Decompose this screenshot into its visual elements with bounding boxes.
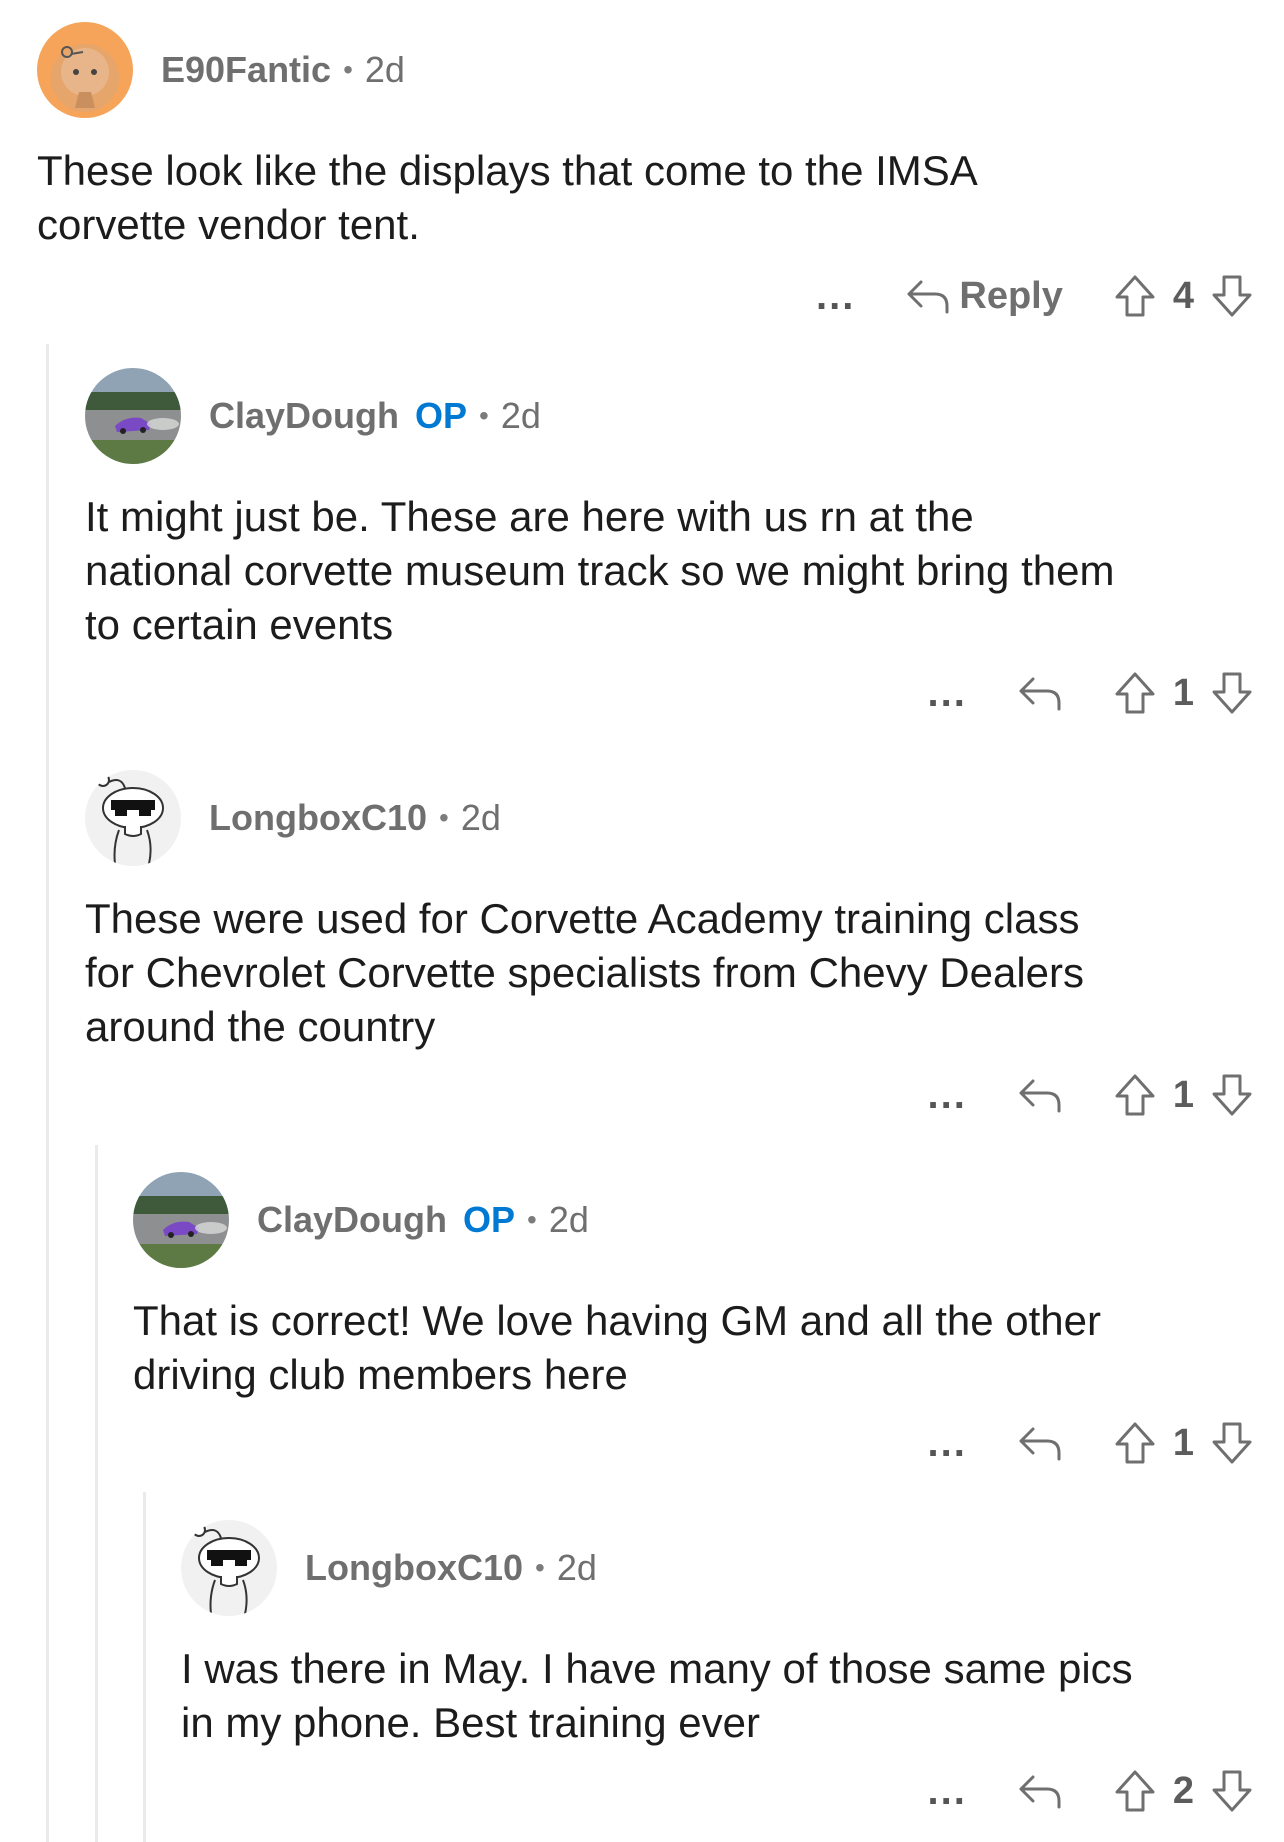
comment-timestamp: 2d bbox=[460, 797, 501, 838]
orange-snoo-avatar[interactable] bbox=[37, 22, 133, 118]
reply-button[interactable] bbox=[1017, 1771, 1063, 1811]
vote-count: 2 bbox=[1172, 1769, 1194, 1812]
comment-header: LongboxC10 • 2d bbox=[181, 1520, 1254, 1616]
separator-dot: • bbox=[343, 54, 353, 85]
comment-actions: ... 1 bbox=[928, 1065, 1254, 1125]
comment-author[interactable]: E90Fantic bbox=[161, 49, 331, 91]
comment-timestamp: 2d bbox=[364, 49, 405, 90]
comment-body: That is correct! We love having GM and a… bbox=[133, 1297, 1102, 1398]
snoo-sunglasses-avatar[interactable] bbox=[181, 1520, 277, 1616]
comment-header: ClayDough OP • 2d bbox=[85, 368, 1254, 464]
vote-controls: 1 bbox=[1113, 1420, 1254, 1466]
comment-header: LongboxC10 • 2d bbox=[85, 770, 1254, 866]
reply-button[interactable] bbox=[1017, 673, 1063, 713]
separator-dot: • bbox=[535, 1552, 545, 1583]
comment: LongboxC10 • 2d These were used for Corv… bbox=[85, 770, 1254, 1130]
comment-timestamp: 2d bbox=[548, 1199, 589, 1240]
downvote-icon[interactable] bbox=[1210, 1072, 1254, 1118]
thread-line[interactable] bbox=[95, 1145, 98, 1842]
comment-header: E90Fantic • 2d bbox=[37, 22, 1254, 118]
comment: ClayDough OP • 2d It might just be. Thes… bbox=[85, 368, 1254, 728]
downvote-icon[interactable] bbox=[1210, 1420, 1254, 1466]
upvote-icon[interactable] bbox=[1113, 1072, 1157, 1118]
comment-timestamp: 2d bbox=[500, 395, 541, 436]
comment-body: I was there in May. I have many of those… bbox=[181, 1645, 1133, 1746]
comment: ClayDough OP • 2d That is correct! We lo… bbox=[133, 1172, 1254, 1482]
reply-button[interactable]: Reply bbox=[905, 274, 1063, 318]
reply-icon bbox=[1019, 677, 1061, 711]
vote-controls: 1 bbox=[1113, 670, 1254, 716]
comment-author[interactable]: LongboxC10 bbox=[305, 1547, 523, 1589]
comment-actions: ... 1 bbox=[928, 1413, 1254, 1473]
upvote-icon[interactable] bbox=[1113, 1768, 1157, 1814]
more-options-icon[interactable]: ... bbox=[928, 673, 967, 713]
comment: E90Fantic • 2d These look like the displ… bbox=[37, 22, 1254, 322]
reply-button[interactable] bbox=[1017, 1075, 1063, 1115]
comment-author[interactable]: ClayDough bbox=[209, 395, 399, 437]
comment-body: It might just be. These are here with us… bbox=[85, 493, 1115, 648]
more-options-icon[interactable]: ... bbox=[928, 1075, 967, 1115]
upvote-icon[interactable] bbox=[1113, 1420, 1157, 1466]
more-options-icon[interactable]: ... bbox=[816, 276, 855, 316]
reply-icon bbox=[1019, 1079, 1061, 1113]
comment-actions: ... 2 bbox=[928, 1761, 1254, 1821]
reply-icon bbox=[1019, 1427, 1061, 1461]
thread-line[interactable] bbox=[143, 1492, 146, 1842]
op-badge: OP bbox=[463, 1199, 516, 1240]
more-options-icon[interactable]: ... bbox=[928, 1771, 967, 1811]
op-badge: OP bbox=[415, 395, 468, 436]
vote-controls: 4 bbox=[1113, 273, 1254, 319]
vote-count: 4 bbox=[1172, 274, 1194, 317]
comment-body: These were used for Corvette Academy tra… bbox=[85, 895, 1085, 1050]
vote-controls: 1 bbox=[1113, 1072, 1254, 1118]
purple-corvette-photo-avatar[interactable] bbox=[133, 1172, 229, 1268]
separator-dot: • bbox=[527, 1204, 537, 1235]
vote-count: 1 bbox=[1172, 1073, 1194, 1116]
comment-body: These look like the displays that come t… bbox=[37, 147, 978, 248]
reply-label: Reply bbox=[959, 274, 1063, 317]
thread-line[interactable] bbox=[46, 344, 49, 1842]
reply-icon bbox=[1019, 1775, 1061, 1809]
comment-author[interactable]: ClayDough bbox=[257, 1199, 447, 1241]
purple-corvette-photo-avatar[interactable] bbox=[85, 368, 181, 464]
comment-timestamp: 2d bbox=[556, 1547, 597, 1588]
downvote-icon[interactable] bbox=[1210, 670, 1254, 716]
comment-header: ClayDough OP • 2d bbox=[133, 1172, 1254, 1268]
separator-dot: • bbox=[479, 400, 489, 431]
comment-author[interactable]: LongboxC10 bbox=[209, 797, 427, 839]
comment: LongboxC10 • 2d I was there in May. I ha… bbox=[181, 1520, 1254, 1830]
separator-dot: • bbox=[439, 802, 449, 833]
snoo-sunglasses-avatar[interactable] bbox=[85, 770, 181, 866]
vote-count: 1 bbox=[1172, 1421, 1194, 1464]
upvote-icon[interactable] bbox=[1113, 273, 1157, 319]
vote-controls: 2 bbox=[1113, 1768, 1254, 1814]
upvote-icon[interactable] bbox=[1113, 670, 1157, 716]
comment-actions: ... Reply 4 bbox=[816, 266, 1254, 326]
reply-icon bbox=[907, 280, 949, 314]
vote-count: 1 bbox=[1172, 671, 1194, 714]
downvote-icon[interactable] bbox=[1210, 273, 1254, 319]
downvote-icon[interactable] bbox=[1210, 1768, 1254, 1814]
more-options-icon[interactable]: ... bbox=[928, 1423, 967, 1463]
comment-actions: ... 1 bbox=[928, 663, 1254, 723]
reply-button[interactable] bbox=[1017, 1423, 1063, 1463]
